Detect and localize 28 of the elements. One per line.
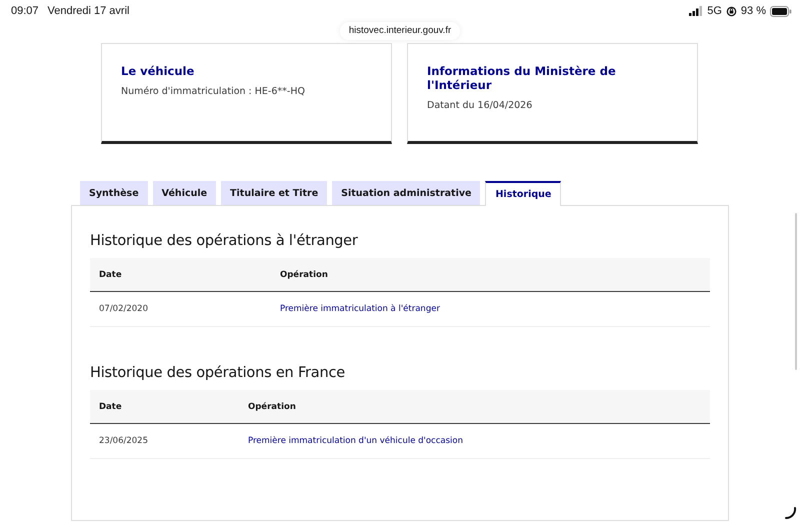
date-text: Vendredi 17 avril <box>48 5 130 17</box>
card-text: Numéro d'immatriculation : HE-6**-HQ <box>121 86 306 97</box>
card-title: Le véhicule <box>121 64 196 78</box>
rotation-lock-icon <box>726 6 737 16</box>
battery-percent: 93 % <box>740 5 766 17</box>
signal-icon <box>689 6 704 16</box>
battery-icon <box>770 6 792 16</box>
clock-time: 09:07 <box>11 5 39 17</box>
operation-link[interactable]: Première immatriculation à l'étranger <box>280 304 440 314</box>
loading-icon <box>783 506 797 520</box>
operation-link[interactable]: Première immatriculation d'un véhicule d'occasion <box>248 436 463 446</box>
card-text: Datant du 16/04/2026 <box>427 100 534 111</box>
column-header: Opération <box>271 258 710 292</box>
column-header: Opération <box>239 390 710 424</box>
column-header: Date <box>90 390 239 424</box>
tab[interactable]: Situation administrative <box>332 181 480 205</box>
section-heading: Historique des opérations à l'étranger <box>90 233 359 249</box>
card-title: Informations du Ministère de l'Intérieur <box>427 64 617 92</box>
tab[interactable]: Historique <box>485 181 562 206</box>
table-cell: 23/06/2025 <box>90 424 239 458</box>
network-label: 5G <box>707 5 722 17</box>
tab[interactable]: Titulaire et Titre <box>221 181 328 205</box>
column-header: Date <box>90 258 271 292</box>
tab[interactable]: Véhicule <box>152 181 216 205</box>
section-heading: Historique des opérations en France <box>90 365 346 381</box>
tab[interactable]: Synthèse <box>80 181 148 205</box>
address-bar[interactable]: histovec.interieur.gouv.fr <box>340 22 460 40</box>
table-cell: 07/02/2020 <box>90 292 271 326</box>
